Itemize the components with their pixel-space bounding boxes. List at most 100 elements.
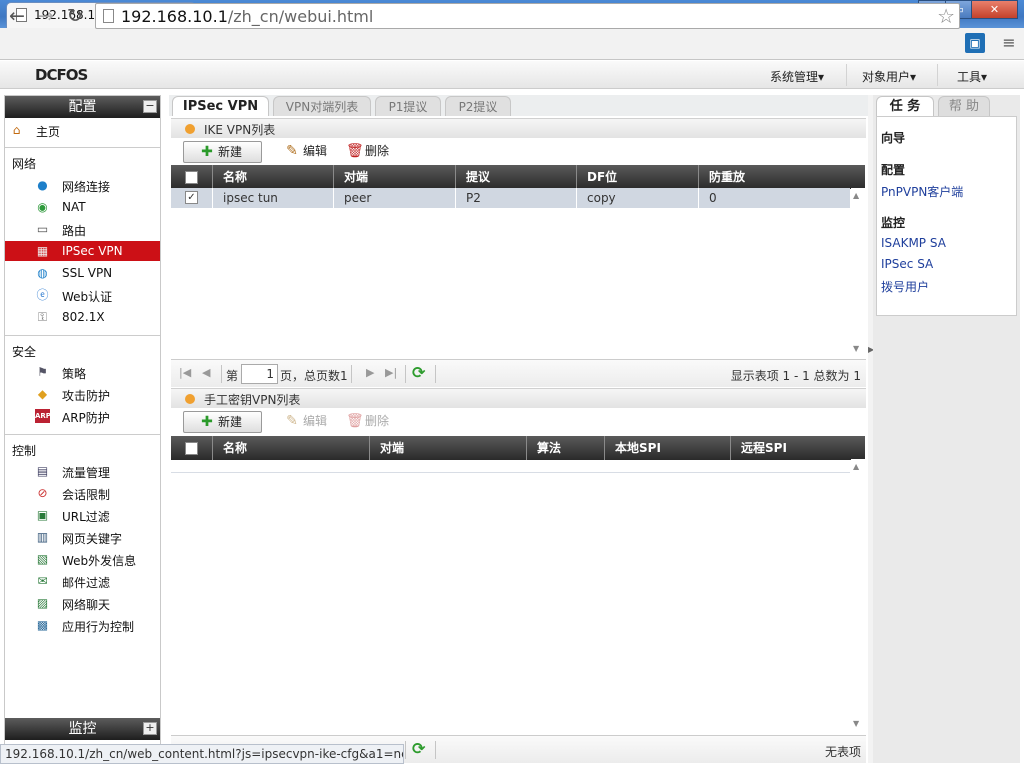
ike-new-button[interactable]: ✚ 新建 — [183, 141, 262, 163]
ike-delete-button[interactable]: 🗑 删除 — [331, 141, 395, 163]
manual-action-bar: ✚ 新建 ✎ 编辑 🗑 删除 — [171, 408, 866, 434]
link-pnpvpn-client[interactable]: PnPVPN客户端 — [881, 183, 963, 200]
select-all-checkbox[interactable] — [185, 442, 198, 455]
sidebar-item-label: URL过滤 — [62, 510, 110, 524]
sidebar-item-routing[interactable]: ▭ 路由 — [5, 219, 160, 239]
tab-vpn-peer-list[interactable]: VPN对端列表 — [273, 96, 371, 116]
sidebar-item-keyword[interactable]: ▥ 网页关键字 — [5, 527, 160, 547]
select-all-cell[interactable] — [171, 436, 212, 460]
tab-help[interactable]: 帮 助 — [938, 96, 990, 116]
cell-peer: peer — [333, 188, 455, 208]
link-dialup-users[interactable]: 拨号用户 — [881, 278, 929, 295]
table-row[interactable]: ✓ ipsec tun peer P2 copy 0 — [171, 188, 850, 208]
mail-filter-icon: ✉ — [37, 574, 48, 588]
sidebar-item-traffic[interactable]: ▤ 流量管理 — [5, 461, 160, 481]
link-ipsec-sa[interactable]: IPSec SA — [881, 257, 933, 271]
tab-p2-proposal[interactable]: P2提议 — [445, 96, 511, 116]
sidebar-item-home[interactable]: ⌂ 主页 — [5, 120, 160, 140]
column-header[interactable]: 算法 — [526, 436, 604, 460]
ike-scrollbar[interactable]: ▲ ▼ — [851, 188, 865, 358]
row-checkbox[interactable]: ✓ — [185, 191, 198, 204]
sidebar-item-label: 应用行为控制 — [62, 620, 135, 634]
menu-object-user[interactable]: 对象用户▾ — [862, 68, 916, 85]
menu-system-admin[interactable]: 系统管理▾ — [770, 68, 824, 85]
sidebar-item-ipsec-vpn[interactable]: ▦ IPSec VPN — [5, 241, 160, 261]
sidebar-group-network: 网络 — [12, 157, 37, 171]
column-header[interactable]: 远程SPI — [730, 436, 857, 460]
scroll-up-arrow-icon[interactable]: ▲ — [853, 191, 859, 200]
link-isakmp-sa[interactable]: ISAKMP SA — [881, 236, 946, 250]
prev-page-icon[interactable]: ◀ — [202, 366, 210, 379]
back-arrow-icon[interactable]: ← — [5, 4, 29, 28]
manual-edit-button[interactable]: ✎ 编辑 — [269, 411, 333, 433]
column-header[interactable]: 本地SPI — [604, 436, 730, 460]
bookmark-star-icon[interactable]: ☆ — [937, 4, 955, 28]
sidebar-item-8021x[interactable]: ⚿ 802.1X — [5, 307, 160, 327]
menu-tools[interactable]: 工具▾ — [957, 68, 987, 85]
close-window-button[interactable]: ✕ — [971, 0, 1018, 19]
sidebar-item-mail-filter[interactable]: ✉ 邮件过滤 — [5, 571, 160, 591]
sidebar-item-policy[interactable]: ⚑ 策略 — [5, 362, 160, 382]
browser-toolbar — [0, 28, 1024, 60]
tab-tasks[interactable]: 任 务 — [876, 96, 934, 116]
sidebar-item-app-control[interactable]: ▩ 应用行为控制 — [5, 615, 160, 635]
sidebar-item-attack-defense[interactable]: ◆ 攻击防护 — [5, 384, 160, 404]
collapse-icon[interactable]: − — [143, 100, 157, 113]
cell-proposal: P2 — [455, 188, 576, 208]
manual-section-title: 手工密钥VPN列表 — [204, 393, 301, 407]
select-all-cell[interactable] — [171, 165, 212, 189]
sidebar-item-label: SSL VPN — [62, 266, 113, 280]
scroll-down-arrow-icon[interactable]: ▼ — [853, 344, 859, 353]
sidebar-item-network-connection[interactable]: ● 网络连接 — [5, 175, 160, 195]
edit-icon: ✎ — [286, 413, 298, 429]
sidebar-item-arp-defense[interactable]: ARP ARP防护 — [5, 406, 160, 426]
divider — [221, 365, 222, 383]
row-select-cell[interactable]: ✓ — [171, 188, 212, 208]
page-input[interactable]: 1 — [241, 364, 278, 384]
refresh-icon[interactable]: ⟳ — [412, 365, 429, 382]
button-label: 删除 — [365, 144, 390, 158]
tab-ipsec-vpn[interactable]: IPSec VPN — [172, 96, 269, 116]
url-text[interactable]: 192.168.10.1/zh_cn/webui.html — [121, 7, 373, 26]
sidebar-item-web-auth[interactable]: ⓔ Web认证 — [5, 285, 160, 305]
next-page-icon[interactable]: ▶ — [366, 366, 374, 379]
sidebar-config-header[interactable]: 配置 − — [5, 96, 160, 118]
scroll-up-arrow-icon[interactable]: ▲ — [853, 462, 859, 471]
scroll-down-arrow-icon[interactable]: ▼ — [853, 719, 859, 728]
shield-icon: ◆ — [37, 387, 48, 401]
expand-icon[interactable]: + — [143, 722, 157, 735]
column-header[interactable]: 防重放 — [698, 165, 860, 189]
manual-scrollbar[interactable]: ▲ ▼ — [851, 459, 865, 733]
divider — [435, 741, 436, 759]
last-page-icon[interactable]: ▶| — [385, 366, 397, 379]
manual-delete-button[interactable]: 🗑 删除 — [331, 411, 395, 433]
column-header[interactable]: 提议 — [455, 165, 576, 189]
manual-new-button[interactable]: ✚ 新建 — [183, 411, 262, 433]
sidebar-monitor-header[interactable]: 监控 + — [5, 718, 160, 740]
policy-icon: ⚑ — [37, 365, 48, 379]
router-icon: ▭ — [36, 222, 49, 236]
column-header[interactable]: DF位 — [576, 165, 698, 189]
ike-edit-button[interactable]: ✎ 编辑 — [269, 141, 333, 163]
column-header[interactable]: 名称 — [212, 436, 369, 460]
forward-arrow-icon[interactable]: → — [34, 4, 58, 28]
ike-section-title: IKE VPN列表 — [204, 123, 276, 137]
manual-pager-info: 无表项 — [824, 745, 861, 759]
extension-icon[interactable]: ▣ — [965, 33, 985, 53]
sidebar-item-nat[interactable]: ◉ NAT — [5, 197, 160, 217]
column-header[interactable]: 对端 — [333, 165, 455, 189]
address-bar[interactable]: 192.168.10.1/zh_cn/webui.html ☆ — [95, 3, 960, 29]
sidebar-item-url-filter[interactable]: ▣ URL过滤 — [5, 505, 160, 525]
column-header[interactable]: 名称 — [212, 165, 333, 189]
column-header[interactable]: 对端 — [369, 436, 526, 460]
tab-p1-proposal[interactable]: P1提议 — [375, 96, 441, 116]
refresh-icon[interactable]: ⟳ — [412, 741, 429, 758]
sidebar-item-chat[interactable]: ▨ 网络聊天 — [5, 593, 160, 613]
sidebar-item-session-limit[interactable]: ⊘ 会话限制 — [5, 483, 160, 503]
select-all-checkbox[interactable] — [185, 171, 198, 184]
sidebar-item-ssl-vpn[interactable]: ◍ SSL VPN — [5, 263, 160, 283]
browser-menu-icon[interactable]: ≡ — [1000, 33, 1018, 53]
first-page-icon[interactable]: |◀ — [179, 366, 191, 379]
sidebar-item-web-outbound[interactable]: ▧ Web外发信息 — [5, 549, 160, 569]
reload-icon[interactable]: ↻ — [63, 4, 87, 28]
